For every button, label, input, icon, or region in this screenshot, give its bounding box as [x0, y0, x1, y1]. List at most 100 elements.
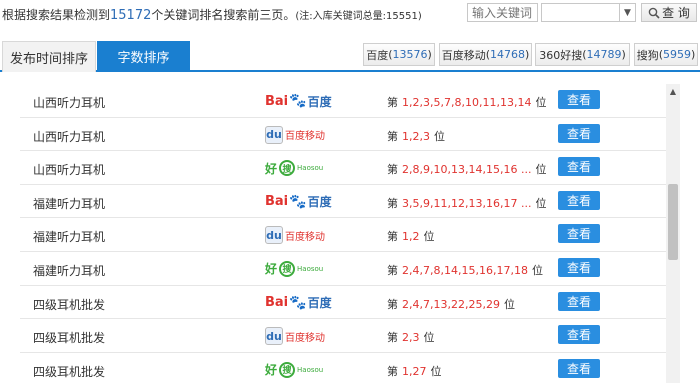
rank-cell: 第 1,2 位 [387, 228, 435, 244]
scroll-up-arrow-icon[interactable]: ▲ [666, 84, 680, 98]
haosou-logo-hao: 好 [265, 161, 278, 176]
view-button[interactable]: 查看 [558, 190, 600, 210]
tab-word-count[interactable]: 字数排序 [97, 41, 190, 72]
rank-positions: 1,2,3 [402, 129, 430, 143]
view-button[interactable]: 查看 [558, 157, 600, 177]
baidu-logo-text: Bai [265, 194, 289, 210]
table-row: 四级耳机批发 Bai 🐾 百度 第 2,4,7,13,22,25,29 位 查看 [20, 286, 666, 320]
baidu-logo: Bai 🐾 百度 [265, 294, 332, 311]
haosou-logo-sou: 搜 [279, 160, 296, 177]
table-row: 山西听力耳机 好搜 Haosou 第 2,8,9,10,13,14,15,16 ... 位… [20, 151, 666, 185]
baidu-mobile-app-icon: du [265, 226, 283, 245]
baidu-mobile-app-icon: du [265, 327, 283, 346]
engine-logo-cell: Bai 🐾 百度 [265, 91, 332, 111]
query-button[interactable]: 查 询 [641, 3, 697, 22]
paw-icon: 🐾 [289, 193, 307, 210]
rank-suffix: 位 [535, 196, 547, 210]
engine-logo-cell: du 百度移动 [265, 326, 325, 346]
result-summary: 根据搜索结果检测到15172个关键词排名搜索前三页。(注:入库关键词总量:155… [2, 6, 422, 23]
engine-name: 百度移动 [441, 48, 486, 62]
rank-positions: 2,4,7,8,14,15,16,17,18 [402, 263, 528, 277]
sort-tab-bar: 发布时间排序 字数排序 百度(13576) 百度移动(14768) 360好搜(… [0, 41, 700, 72]
engine-count: 14789 [586, 48, 622, 61]
rank-prefix: 第 [387, 129, 398, 143]
haosou-logo: 好搜 Haosou [265, 260, 323, 277]
view-button[interactable]: 查看 [558, 123, 600, 143]
engine-count: 13576 [392, 48, 428, 61]
engine-filter-sogou[interactable]: 搜狗(5959) [634, 43, 698, 66]
chevron-down-icon[interactable]: ▼ [619, 4, 635, 21]
rank-prefix: 第 [387, 331, 398, 345]
paw-icon: 🐾 [289, 93, 307, 109]
haosou-logo: 好搜 Haosou [265, 160, 323, 177]
view-button[interactable]: 查看 [558, 257, 600, 277]
engine-count: 5959 [663, 48, 691, 61]
engine-count: 14768 [490, 48, 525, 61]
engine-filter-baidu[interactable]: 百度(13576) [363, 43, 435, 66]
view-button[interactable]: 查看 [558, 291, 600, 311]
scrollbar-thumb[interactable] [668, 184, 678, 260]
view-button[interactable]: 查看 [558, 224, 600, 244]
baidu-mobile-logo: du 百度移动 [265, 125, 325, 144]
rank-positions: 2,8,9,10,13,14,15,16 ... [402, 163, 532, 177]
view-button[interactable]: 查看 [558, 90, 600, 109]
engine-filter-baidu-mobile[interactable]: 百度移动(14768) [439, 43, 532, 66]
rank-cell: 第 2,8,9,10,13,14,15,16 ... 位 [387, 161, 546, 177]
view-button[interactable]: 查看 [558, 325, 600, 345]
engine-filter-360[interactable]: 360好搜(14789) [535, 43, 630, 66]
table-row: 山西听力耳机 Bai 🐾 百度 第 1,2,3,5,7,8,10,11,13,14 位查看 [20, 84, 666, 118]
magnifier-icon [648, 7, 660, 19]
engine-logo-cell: Bai 🐾 百度 [265, 293, 332, 313]
keyword-cell: 福建听力耳机 [33, 196, 106, 211]
rank-cell: 第 1,2,3,5,7,8,10,11,13,14 位 [387, 94, 546, 110]
table-row: 四级耳机批发 好搜 Haosou 第 1,27 位 查看 [20, 353, 666, 383]
engine-logo-cell: 好搜 Haosou [265, 259, 323, 279]
query-button-label: 查 询 [662, 6, 690, 20]
haosou-logo-en: Haosou [297, 365, 324, 374]
rank-positions: 3,5,9,11,12,13,16,17 ... [402, 196, 532, 210]
rank-suffix: 位 [423, 331, 435, 345]
table-row: 四级耳机批发 du 百度移动 第 2,3 位 查看 [20, 319, 666, 353]
engine-logo-cell: 好搜 Haosou [265, 158, 323, 178]
rank-positions: 2,4,7,13,22,25,29 [402, 297, 500, 311]
rank-suffix: 位 [531, 263, 543, 277]
table-row: 山西听力耳机 du 百度移动 第 1,2,3 位 查看 [20, 118, 666, 152]
keyword-cell: 山西听力耳机 [33, 163, 106, 178]
rank-prefix: 第 [387, 263, 398, 277]
table-row: 福建听力耳机 好搜 Haosou 第 2,4,7,8,14,15,16,17,18 位 查看 [20, 252, 666, 286]
paw-icon: 🐾 [289, 294, 307, 311]
table-row: 福建听力耳机 Bai 🐾 百度 第 3,5,9,11,12,13,16,17 ... 位查看 [20, 185, 666, 219]
keyword-cell: 山西听力耳机 [33, 129, 106, 144]
rank-prefix: 第 [387, 364, 398, 378]
baidu-mobile-logo: du 百度移动 [265, 226, 325, 245]
rank-suffix: 位 [423, 230, 435, 244]
engine-select[interactable]: ▼ [541, 3, 636, 22]
summary-suffix: 个关键词排名搜索前三页。 [151, 8, 296, 22]
baidu-mobile-logo: du 百度移动 [265, 327, 325, 346]
keyword-search-input[interactable] [467, 3, 538, 22]
haosou-logo-hao: 好 [265, 363, 278, 378]
baidu-logo-cn: 百度 [307, 195, 332, 210]
rank-positions: 1,27 [402, 364, 427, 378]
keyword-cell: 福建听力耳机 [33, 263, 106, 278]
keyword-cell: 山西听力耳机 [33, 96, 106, 110]
rank-cell: 第 1,2,3 位 [387, 128, 445, 144]
haosou-logo-en: Haosou [297, 264, 324, 273]
rank-prefix: 第 [387, 196, 398, 210]
view-button[interactable]: 查看 [558, 358, 600, 378]
scrollbar[interactable]: ▲ [666, 84, 680, 383]
table-row: 福建听力耳机 du 百度移动 第 1,2 位 查看 [20, 218, 666, 252]
keyword-cell: 福建听力耳机 [33, 230, 106, 245]
rank-cell: 第 2,4,7,8,14,15,16,17,18 位 [387, 262, 543, 278]
keyword-cell: 四级耳机批发 [33, 364, 106, 379]
rank-positions: 1,2,3,5,7,8,10,11,13,14 [402, 96, 532, 109]
haosou-logo-sou: 搜 [279, 260, 296, 277]
baidu-logo: Bai 🐾 百度 [265, 193, 332, 210]
baidu-logo-cn: 百度 [307, 94, 332, 109]
engine-name: 360好搜 [539, 48, 583, 62]
rank-prefix: 第 [387, 230, 398, 244]
engine-logo-cell: Bai 🐾 百度 [265, 192, 332, 212]
haosou-logo: 好搜 Haosou [265, 361, 323, 378]
baidu-mobile-app-icon: du [265, 125, 283, 144]
tab-publish-time[interactable]: 发布时间排序 [2, 41, 96, 72]
